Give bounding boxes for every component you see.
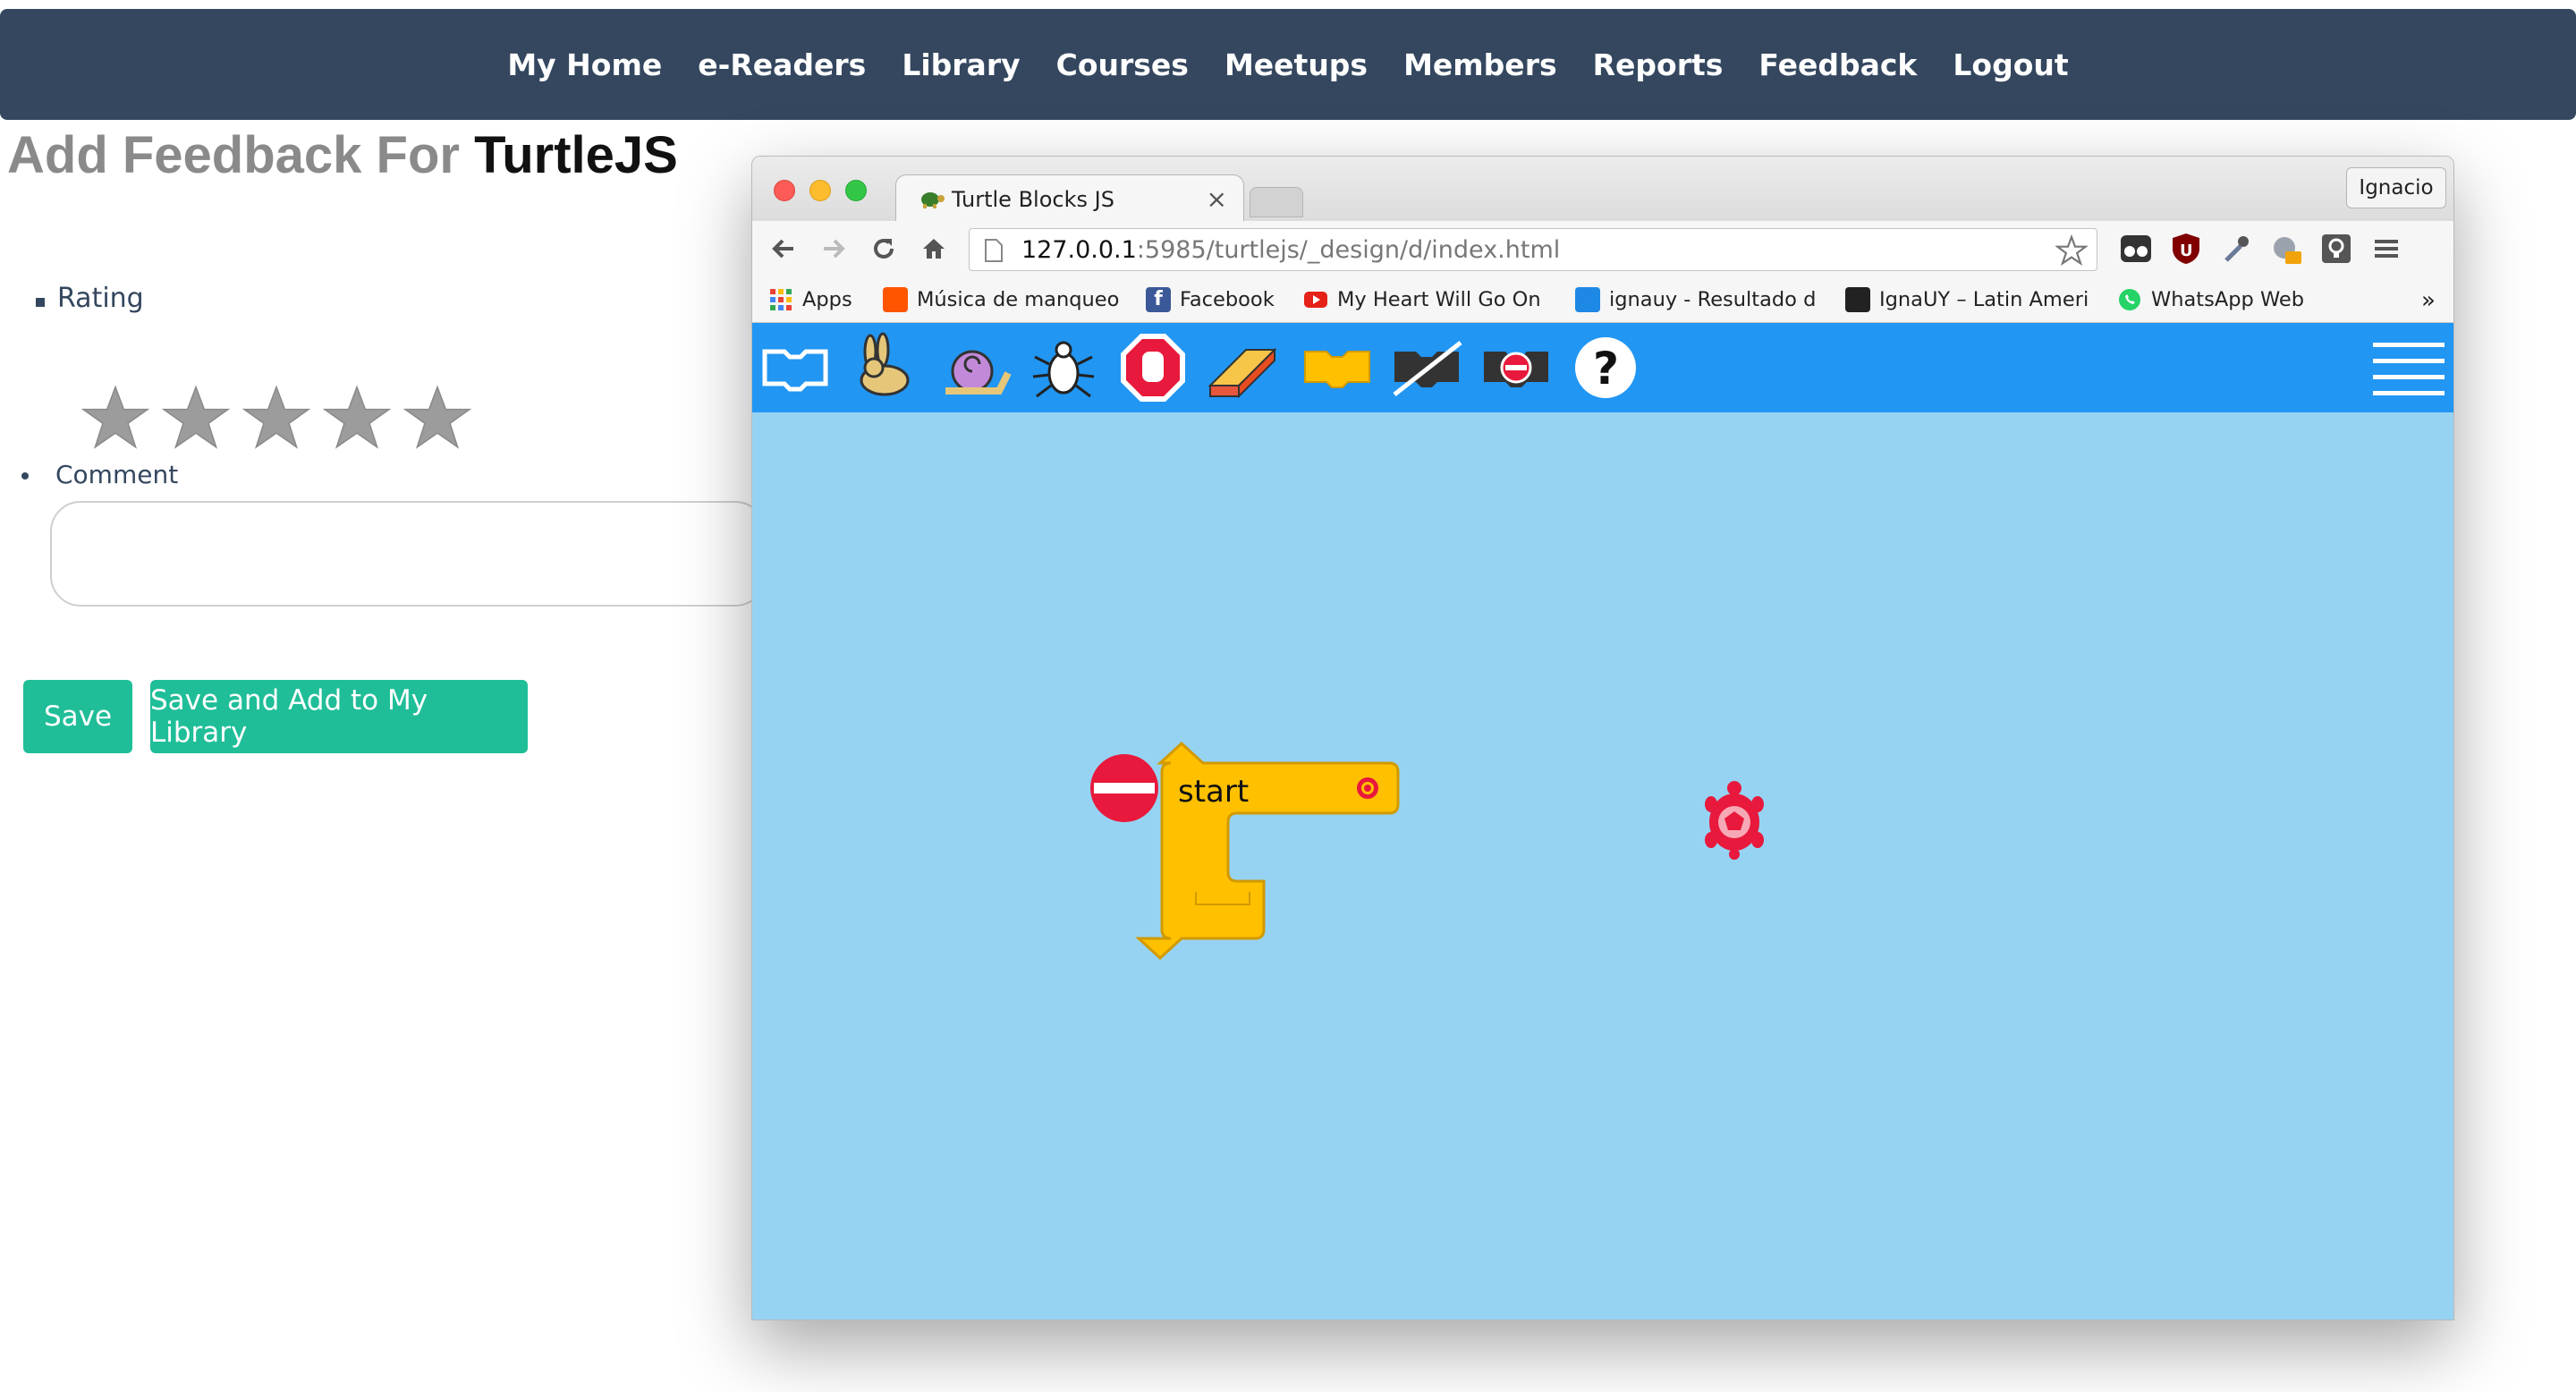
turtle-canvas[interactable]: start — [752, 412, 2453, 1320]
save-and-add-button[interactable]: Save and Add to My Library — [150, 680, 528, 753]
rating-label: Rating — [57, 283, 144, 314]
extension-off-icon[interactable] — [2269, 232, 2303, 266]
nav-meetups[interactable]: Meetups — [1224, 47, 1368, 82]
turtle-favicon-icon — [921, 191, 945, 208]
bookmark-label: WhatsApp Web — [2151, 288, 2305, 311]
extension-glasses-icon[interactable] — [2119, 232, 2153, 266]
home-icon[interactable] — [917, 232, 951, 266]
bookmark-label: Facebook — [1180, 288, 1275, 311]
eraser-clear-icon[interactable] — [1205, 332, 1280, 403]
top-nav: My Home e-Readers Library Courses Meetup… — [0, 9, 2576, 120]
eyedropper-icon[interactable] — [2219, 232, 2253, 266]
page-title-prefix: Add Feedback For — [7, 126, 460, 184]
forward-icon[interactable] — [817, 232, 851, 266]
lightbulb-icon[interactable] — [2319, 232, 2353, 266]
rating-stars[interactable] — [80, 383, 472, 453]
page-title: Add Feedback For TurtleJS — [7, 125, 678, 185]
site-icon — [1845, 287, 1870, 312]
help-icon[interactable]: ? — [1568, 332, 1643, 403]
maximize-window-icon[interactable] — [845, 180, 867, 201]
close-window-icon[interactable] — [774, 180, 795, 201]
browser-tab[interactable]: Turtle Blocks JS × — [895, 174, 1244, 223]
minimize-window-icon[interactable] — [809, 180, 831, 201]
star-icon[interactable] — [161, 383, 231, 453]
nav-my-home[interactable]: My Home — [507, 47, 662, 82]
start-block-label: start — [1178, 774, 1250, 810]
facebook-icon: f — [1146, 287, 1171, 312]
nav-courses[interactable]: Courses — [1056, 47, 1189, 82]
tab-title: Turtle Blocks JS — [952, 186, 1114, 212]
rabbit-fast-icon[interactable] — [847, 332, 922, 403]
profile-button[interactable]: Ignacio — [2346, 167, 2446, 208]
bug-step-icon[interactable] — [1026, 332, 1101, 403]
nav-reports[interactable]: Reports — [1593, 47, 1724, 82]
url-bar[interactable]: 127.0.0.1:5985/turtlejs/_design/d/index.… — [969, 228, 2097, 271]
bookmark-label: Música de manqueo — [917, 288, 1120, 311]
block-collapse-icon[interactable] — [1300, 332, 1375, 403]
youtube-icon — [1304, 292, 1327, 308]
turtle-small-icon — [1357, 777, 1378, 799]
svg-text:?: ? — [1593, 343, 1619, 395]
star-icon[interactable] — [242, 383, 311, 453]
snail-slow-icon[interactable] — [936, 332, 1012, 403]
bookmark-whatsapp[interactable]: WhatsApp Web — [2117, 287, 2304, 312]
rating-bullet — [36, 298, 45, 307]
url-host: 127.0.0.1 — [1021, 235, 1137, 264]
comment-label: Comment — [55, 460, 179, 489]
turtle-icon[interactable] — [1700, 779, 1768, 860]
page-icon — [985, 239, 1003, 262]
nav-e-readers[interactable]: e-Readers — [698, 47, 866, 82]
page-title-app: TurtleJS — [474, 126, 678, 184]
bookmark-label: Apps — [802, 288, 852, 311]
soundcloud-icon — [883, 287, 908, 312]
start-block[interactable] — [1089, 738, 1411, 1006]
browser-toolbar: 127.0.0.1:5985/turtlejs/_design/d/index.… — [752, 221, 2453, 276]
bookmark-label: IgnaUY – Latin Ameri — [1879, 288, 2089, 311]
bookmark-star-icon[interactable] — [2055, 234, 2088, 267]
comment-bullet — [21, 472, 29, 480]
turtle-toolbar: ? — [752, 323, 2453, 412]
bookmark-label: ignauy - Resultado d — [1609, 288, 1817, 311]
nav-feedback[interactable]: Feedback — [1758, 47, 1917, 82]
star-icon[interactable] — [322, 383, 392, 453]
bookmark-youtube[interactable]: My Heart Will Go On — [1303, 287, 1541, 312]
bookmarks-bar: Apps Música de manqueo f Facebook My Hea… — [752, 276, 2453, 323]
nav-library[interactable]: Library — [902, 47, 1020, 82]
delete-block-icon[interactable] — [1479, 332, 1554, 403]
nav-members[interactable]: Members — [1403, 47, 1557, 82]
star-icon[interactable] — [402, 383, 472, 453]
svg-text:U: U — [2180, 242, 2193, 260]
site-icon — [1575, 287, 1600, 312]
bookmark-label: My Heart Will Go On — [1337, 288, 1541, 311]
stop-hand-icon[interactable] — [1115, 332, 1191, 403]
run-icon[interactable] — [758, 332, 833, 403]
browser-window: Turtle Blocks JS × Ignacio 127.0.0.1:598… — [751, 156, 2454, 1320]
bookmark-apps[interactable]: Apps — [768, 287, 852, 312]
hide-blocks-icon[interactable] — [1389, 332, 1464, 403]
bookmark-ignauy-latin[interactable]: IgnaUY – Latin Ameri — [1845, 287, 2089, 312]
reload-icon[interactable] — [867, 232, 901, 266]
menu-icon[interactable] — [2369, 232, 2403, 266]
whatsapp-icon — [2119, 289, 2140, 310]
star-icon[interactable] — [80, 383, 150, 453]
tab-close-icon[interactable]: × — [1207, 184, 1227, 214]
nav-logout[interactable]: Logout — [1953, 47, 2068, 82]
bookmark-ignauy-resultado[interactable]: ignauy - Resultado d — [1575, 287, 1816, 312]
bookmark-soundcloud[interactable]: Música de manqueo — [883, 287, 1119, 312]
back-icon[interactable] — [767, 232, 801, 266]
ublock-icon[interactable]: U — [2169, 232, 2203, 266]
url-path: :5985/turtlejs/_design/d/index.html — [1136, 235, 1561, 264]
save-button[interactable]: Save — [23, 680, 132, 753]
apps-grid-icon — [770, 289, 792, 310]
comment-field[interactable] — [50, 501, 766, 607]
bookmark-facebook[interactable]: f Facebook — [1146, 287, 1275, 312]
tab-strip: Turtle Blocks JS × Ignacio — [752, 157, 2453, 223]
bookmarks-more-icon[interactable]: » — [2421, 287, 2436, 314]
hamburger-menu-icon[interactable] — [2371, 337, 2446, 400]
new-tab-button[interactable] — [1250, 187, 1303, 217]
